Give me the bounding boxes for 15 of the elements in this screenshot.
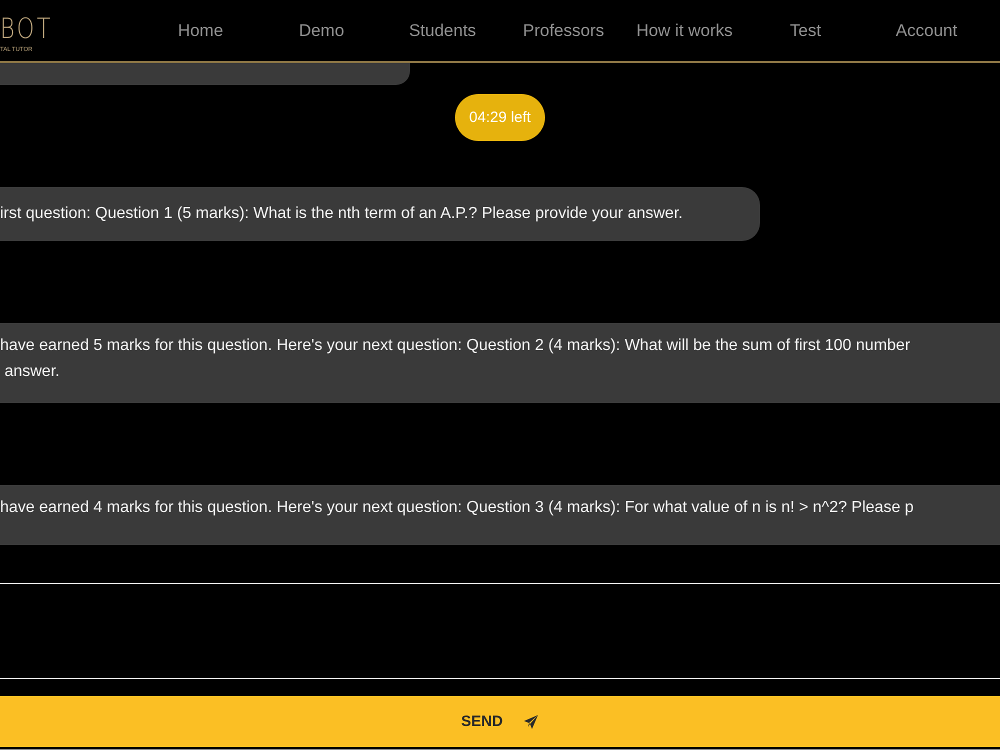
answer-field[interactable]	[0, 583, 1000, 679]
nav-link[interactable]: How it works	[624, 20, 745, 40]
nav-link[interactable]: Test	[745, 20, 866, 40]
paper-plane-icon	[522, 714, 539, 730]
logo[interactable]: BOT	[0, 14, 53, 42]
message-text: have earned 5 marks for this question. Here's your next question: Question 2 (4 marks): What will be the sum of first 100 number answer.	[0, 336, 912, 382]
message-text: irst question: Question 1 (5 marks): What is the nth term of an A.P.? Please provide your answer.	[0, 204, 684, 224]
nav-link[interactable]: Home	[140, 20, 261, 40]
message-text: have earned 4 marks for this question. Here's your next question: Question 3 (4 marks): For what value of n is n! > n^2? Please p	[0, 498, 915, 518]
send-button[interactable]: SEND	[0, 696, 1000, 747]
nav-link[interactable]: Students	[382, 20, 503, 40]
nav-link[interactable]: Professors	[503, 20, 624, 40]
nav-link[interactable]: Account	[866, 20, 987, 40]
nav-link[interactable]: Demo	[261, 20, 382, 40]
timer-badge: 04:29 left	[455, 94, 545, 141]
